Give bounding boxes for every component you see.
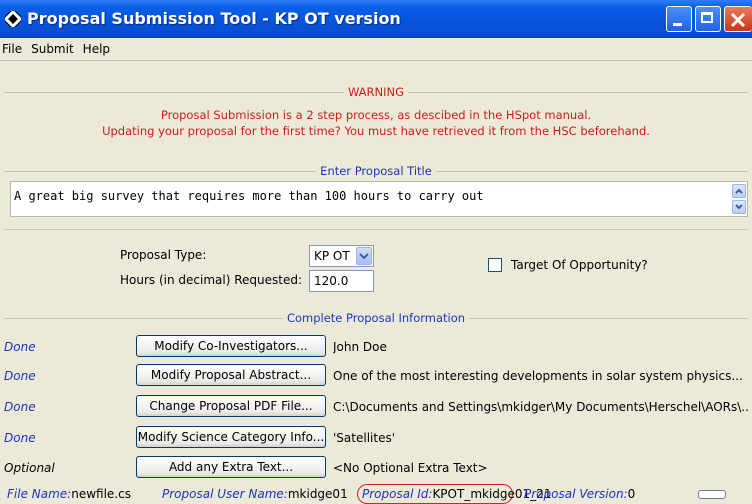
proposal-title-value: A great big survey that requires more th… xyxy=(14,189,484,203)
menu-bar: File Submit Help xyxy=(0,38,752,61)
row-value: John Doe xyxy=(333,340,387,354)
menu-submit[interactable]: Submit xyxy=(27,38,79,60)
row-value: 'Satellites' xyxy=(333,431,395,445)
title-group: Enter Proposal Title xyxy=(4,164,748,178)
menu-file[interactable]: File xyxy=(0,38,27,60)
hours-input[interactable]: 120.0 xyxy=(309,270,374,292)
app-window: Proposal Submission Tool - KP OT version… xyxy=(0,0,752,504)
row-status: Optional xyxy=(4,461,55,475)
hours-label: Hours (in decimal) Requested: xyxy=(120,273,302,287)
modify-proposal-abstract-button[interactable]: Modify Proposal Abstract... xyxy=(136,364,326,386)
progress-indicator xyxy=(698,490,726,499)
info-heading: Complete Proposal Information xyxy=(282,311,470,325)
change-proposal-pdf-button[interactable]: Change Proposal PDF File... xyxy=(136,395,326,417)
target-of-opportunity-checkbox[interactable] xyxy=(488,258,502,272)
warning-heading: WARNING xyxy=(343,85,409,99)
file-name-status: File Name:newfile.cs xyxy=(7,487,131,501)
proposal-type-value: KP OT xyxy=(314,249,350,263)
maximize-button[interactable] xyxy=(695,6,721,32)
modify-science-category-button[interactable]: Modify Science Category Info... xyxy=(136,426,326,448)
close-button[interactable] xyxy=(724,6,752,32)
chevron-up-icon xyxy=(735,188,743,194)
proposal-type-dropdown-button[interactable] xyxy=(356,247,372,265)
row-status: Done xyxy=(4,369,36,383)
menu-help[interactable]: Help xyxy=(79,38,115,60)
proposal-type-select[interactable]: KP OT xyxy=(309,245,374,267)
status-bar: File Name:newfile.cs Proposal User Name:… xyxy=(0,484,752,504)
row-status: Done xyxy=(4,340,36,354)
title-bar[interactable]: Proposal Submission Tool - KP OT version xyxy=(0,0,752,38)
chevron-down-icon xyxy=(359,253,369,260)
close-icon xyxy=(730,12,746,28)
proposal-type-label: Proposal Type: xyxy=(120,248,207,262)
warning-group: WARNING xyxy=(4,85,748,99)
row-value: C:\Documents and Settings\mkidger\My Doc… xyxy=(333,400,749,414)
proposal-version-status: Proposal Version:0 xyxy=(524,487,636,501)
user-name-status: Proposal User Name:mkidge01 xyxy=(162,487,348,501)
row-value: One of the most interesting developments… xyxy=(333,369,743,383)
row-status: Done xyxy=(4,400,36,414)
scroll-down-button[interactable] xyxy=(732,200,746,214)
add-extra-text-button[interactable]: Add any Extra Text... xyxy=(136,456,326,478)
proposal-title-field[interactable]: A great big survey that requires more th… xyxy=(10,181,748,217)
title-heading: Enter Proposal Title xyxy=(316,164,436,178)
row-status: Done xyxy=(4,431,36,445)
warning-line-2: Updating your proposal for the first tim… xyxy=(102,124,650,138)
target-of-opportunity-label: Target Of Opportunity? xyxy=(511,258,648,272)
proposal-type-group xyxy=(4,229,748,230)
minimize-button[interactable] xyxy=(666,6,692,32)
window-title: Proposal Submission Tool - KP OT version xyxy=(27,9,401,28)
chevron-down-icon xyxy=(735,204,743,210)
app-icon xyxy=(5,11,21,27)
info-group: Complete Proposal Information xyxy=(4,311,748,325)
warning-line-1: Proposal Submission is a 2 step process,… xyxy=(160,108,592,122)
row-value: <No Optional Extra Text> xyxy=(333,461,488,475)
scroll-up-button[interactable] xyxy=(732,184,746,198)
modify-co-investigators-button[interactable]: Modify Co-Investigators... xyxy=(136,335,326,357)
